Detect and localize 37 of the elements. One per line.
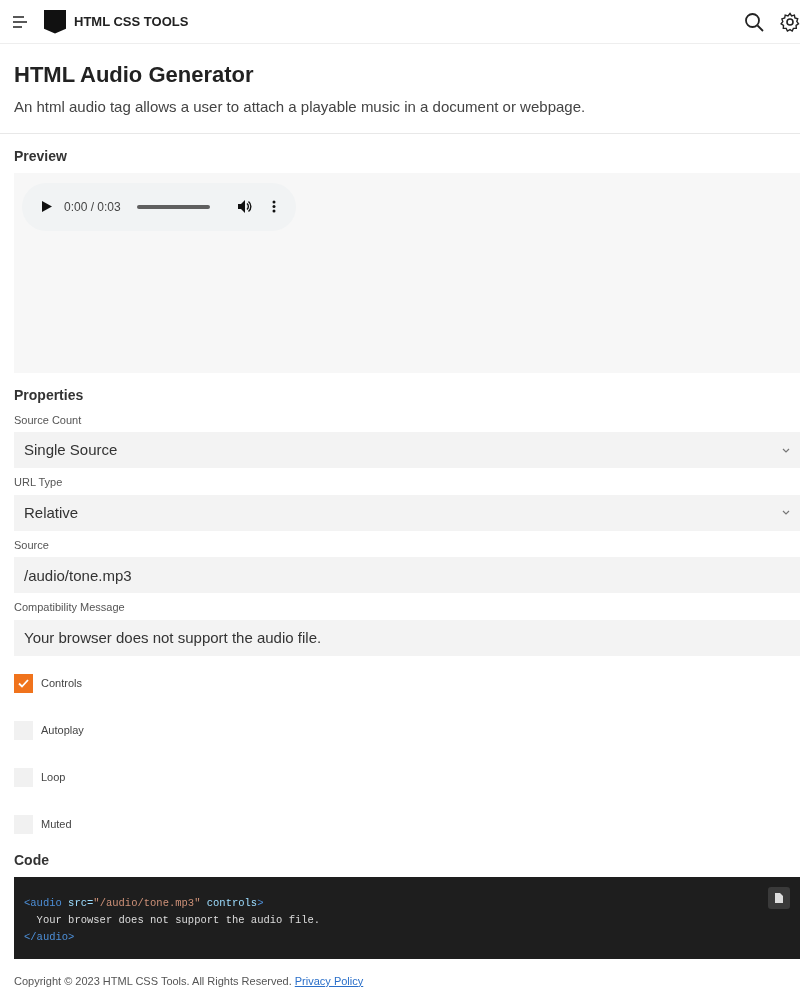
code-line: <audio src="/audio/tone.mp3" controls>	[24, 895, 264, 911]
copy-button[interactable]	[768, 886, 790, 909]
input-field[interactable]: /audio/tone.mp3	[14, 557, 800, 594]
input-field[interactable]: Your browser does not support the audio file.	[14, 619, 800, 656]
field-label: Compatibility Message	[14, 600, 126, 616]
privacy-link[interactable]: Privacy Policy	[294, 974, 364, 987]
select-field[interactable]: Relative	[14, 494, 800, 531]
chevron-icon	[782, 510, 790, 516]
select-field[interactable]: Single Source	[14, 432, 800, 469]
page-title: HTML Audio Generator	[14, 62, 255, 89]
code-line: Your browser does not support the audio file.	[35, 912, 321, 928]
checkbox-label[interactable]: Controls	[41, 675, 82, 692]
section-heading: Code	[14, 850, 50, 870]
check-icon	[18, 678, 29, 688]
more-icon[interactable]	[272, 200, 276, 214]
volume-icon[interactable]	[238, 200, 252, 214]
section-heading: Preview	[14, 146, 68, 166]
play-icon[interactable]	[42, 201, 52, 213]
code-line: </audio>	[24, 929, 75, 945]
settings-icon[interactable]	[780, 11, 800, 32]
field-label: Source	[14, 537, 50, 553]
brand-name[interactable]: HTML CSS TOOLS	[74, 11, 189, 32]
copy-icon	[774, 891, 784, 904]
section-heading: Properties	[14, 385, 85, 405]
field-label: URL Type	[14, 475, 64, 491]
field-label: Source Count	[14, 412, 83, 428]
time-display: 0:00 / 0:03	[64, 198, 121, 216]
footer-text: Copyright © 2023 HTML CSS Tools. All Rights Reserved. Privacy Policy	[13, 973, 365, 989]
checkbox-label[interactable]: Muted	[41, 816, 72, 833]
checkbox-label[interactable]: Autoplay	[41, 722, 84, 739]
menu-icon[interactable]	[12, 13, 28, 30]
search-icon[interactable]	[744, 11, 764, 32]
checkbox[interactable]	[14, 673, 33, 693]
logo-icon	[44, 9, 66, 34]
chevron-icon	[782, 447, 790, 453]
checkbox-label[interactable]: Loop	[41, 769, 66, 786]
page-description: An html audio tag allows a user to attach a playable music in a document or webpage.	[14, 97, 587, 118]
